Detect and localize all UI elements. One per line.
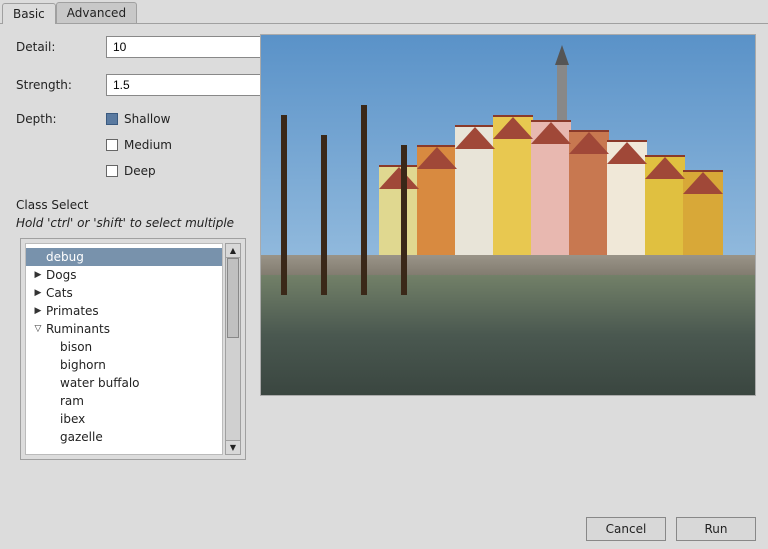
checkbox-icon bbox=[106, 139, 118, 151]
tree-label: debug bbox=[44, 250, 84, 264]
depth-option-deep[interactable]: Deep bbox=[106, 164, 172, 178]
tree-label: Dogs bbox=[44, 268, 76, 282]
class-select-title: Class Select bbox=[16, 198, 246, 212]
scroll-thumb[interactable] bbox=[227, 258, 239, 338]
tree-expand-icon[interactable]: ▶ bbox=[32, 270, 44, 280]
checkbox-icon bbox=[106, 113, 118, 125]
scroll-down-icon[interactable]: ▼ bbox=[226, 440, 240, 454]
tree-item-dogs[interactable]: ▶ Dogs bbox=[26, 266, 222, 284]
class-tree-container: debug ▶ Dogs ▶ Cats ▶ Primates ▽ Ruminan… bbox=[20, 238, 246, 460]
detail-input[interactable] bbox=[106, 36, 274, 58]
tree-item-gazelle[interactable]: gazelle bbox=[52, 428, 222, 446]
depth-option-shallow[interactable]: Shallow bbox=[106, 112, 172, 126]
tree-expand-icon[interactable]: ▶ bbox=[32, 288, 44, 298]
depth-medium-label: Medium bbox=[124, 138, 172, 152]
checkbox-icon bbox=[106, 165, 118, 177]
tree-label: ibex bbox=[58, 412, 85, 426]
tab-bar: Basic Advanced bbox=[0, 0, 768, 23]
strength-input[interactable] bbox=[106, 74, 274, 96]
preview-image bbox=[260, 34, 756, 396]
tree-label: water buffalo bbox=[58, 376, 140, 390]
tree-label: Ruminants bbox=[44, 322, 110, 336]
tree-item-debug[interactable]: debug bbox=[26, 248, 222, 266]
detail-spinner: ▲ ▼ bbox=[106, 36, 226, 58]
tree-item-water-buffalo[interactable]: water buffalo bbox=[52, 374, 222, 392]
preview-pane bbox=[256, 24, 768, 528]
tree-label: ram bbox=[58, 394, 84, 408]
tree-item-ibex[interactable]: ibex bbox=[52, 410, 222, 428]
scroll-up-icon[interactable]: ▲ bbox=[226, 244, 240, 258]
tree-item-cats[interactable]: ▶ Cats bbox=[26, 284, 222, 302]
cancel-button[interactable]: Cancel bbox=[586, 517, 666, 541]
scroll-track[interactable] bbox=[226, 258, 240, 440]
tab-panel-basic: Detail: ▲ ▼ Strength: ▲ ▼ Depth: bbox=[0, 23, 768, 528]
tree-label: Primates bbox=[44, 304, 99, 318]
tree-item-bison[interactable]: bison bbox=[52, 338, 222, 356]
depth-row: Depth: Shallow Medium Deep bbox=[16, 112, 246, 178]
tree-label: Cats bbox=[44, 286, 73, 300]
tab-advanced[interactable]: Advanced bbox=[56, 2, 137, 23]
tree-item-primates[interactable]: ▶ Primates bbox=[26, 302, 222, 320]
tab-basic[interactable]: Basic bbox=[2, 3, 56, 24]
tree-children-ruminants: bison bighorn water buffalo ram ibex gaz… bbox=[26, 338, 222, 446]
tree-expand-icon[interactable]: ▶ bbox=[32, 306, 44, 316]
tree-label: gazelle bbox=[58, 430, 103, 444]
detail-label: Detail: bbox=[16, 40, 106, 54]
tree-label: bison bbox=[58, 340, 92, 354]
depth-label: Depth: bbox=[16, 112, 106, 126]
strength-row: Strength: ▲ ▼ bbox=[16, 74, 246, 96]
dialog-footer: Cancel Run bbox=[586, 517, 756, 541]
class-tree[interactable]: debug ▶ Dogs ▶ Cats ▶ Primates ▽ Ruminan… bbox=[25, 243, 223, 455]
tree-item-bighorn[interactable]: bighorn bbox=[52, 356, 222, 374]
depth-option-medium[interactable]: Medium bbox=[106, 138, 172, 152]
tree-scrollbar[interactable]: ▲ ▼ bbox=[225, 243, 241, 455]
depth-shallow-label: Shallow bbox=[124, 112, 170, 126]
tree-label: bighorn bbox=[58, 358, 106, 372]
tree-item-ram[interactable]: ram bbox=[52, 392, 222, 410]
tree-collapse-icon[interactable]: ▽ bbox=[32, 324, 44, 334]
controls-pane: Detail: ▲ ▼ Strength: ▲ ▼ Depth: bbox=[0, 24, 256, 528]
class-select-hint: Hold 'ctrl' or 'shift' to select multipl… bbox=[16, 216, 246, 230]
strength-spinner: ▲ ▼ bbox=[106, 74, 226, 96]
tree-item-ruminants[interactable]: ▽ Ruminants bbox=[26, 320, 222, 338]
strength-label: Strength: bbox=[16, 78, 106, 92]
run-button[interactable]: Run bbox=[676, 517, 756, 541]
detail-row: Detail: ▲ ▼ bbox=[16, 36, 246, 58]
depth-deep-label: Deep bbox=[124, 164, 156, 178]
